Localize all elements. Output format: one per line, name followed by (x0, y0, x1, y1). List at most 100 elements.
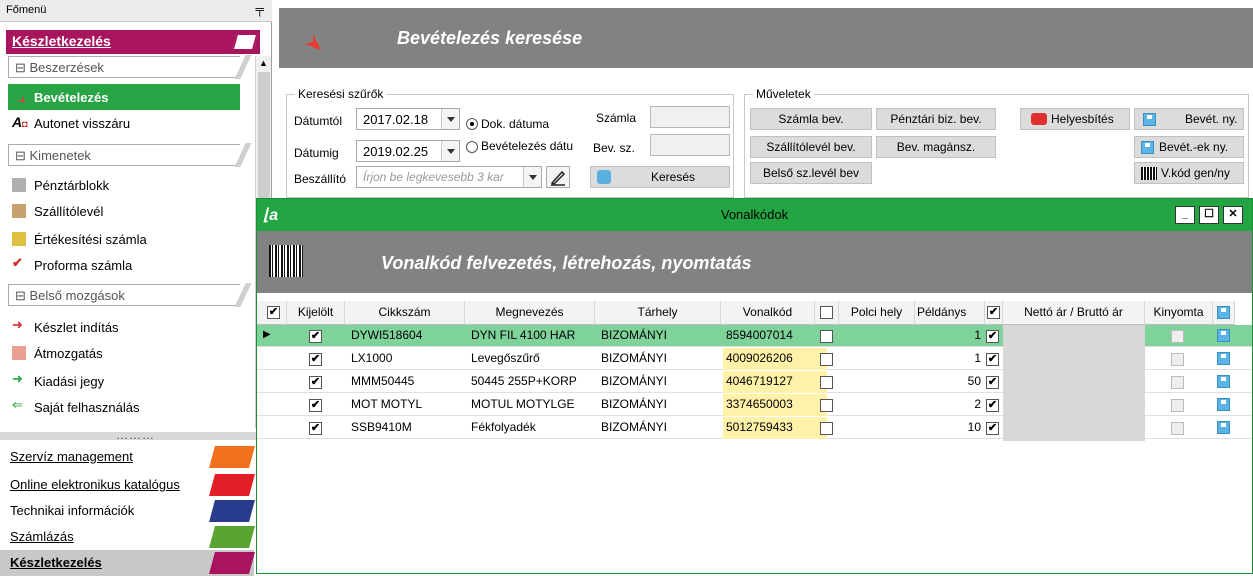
vkod-gen-button[interactable]: V.kód gen/ny (1134, 162, 1244, 184)
pin-icon[interactable]: ╤ (255, 2, 264, 16)
page-title: Bevételezés keresése (397, 28, 583, 48)
sidebar-item-penztarblokk[interactable]: Pénztárblokk (8, 172, 240, 198)
col-netto-brutto[interactable]: Nettó ár / Bruttó ár (1003, 301, 1145, 325)
cell-cikkszam: SSB9410M (351, 420, 412, 434)
group-kimenetek[interactable]: ⊟ Kimenetek (8, 143, 252, 167)
row-print-icon[interactable] (1217, 421, 1230, 434)
nav-technikai-informaciok[interactable]: Technikai információk (0, 498, 255, 524)
row-print-icon[interactable] (1217, 352, 1230, 365)
col-kinyomta[interactable]: Kinyomta (1145, 301, 1213, 325)
row-vonalkod-checkbox[interactable] (820, 399, 833, 412)
row-print-icon[interactable] (1217, 329, 1230, 342)
row-vonalkod-checkbox[interactable] (820, 330, 833, 343)
row-peldany-checkbox[interactable]: ✔ (986, 422, 999, 435)
cell-tarhely: BIZOMÁNYI (601, 397, 668, 411)
cell-tarhely: BIZOMÁNYI (601, 351, 668, 365)
sidebar-item-kiadasi-jegy[interactable]: ➜ Kiadási jegy (8, 368, 240, 394)
col-polci-hely[interactable]: Polci hely (839, 301, 915, 325)
bevet-ny-button[interactable]: Bevét. ny. (1134, 108, 1244, 130)
nav-szamlazas[interactable]: Számlázás (0, 524, 255, 550)
col-megnevezes[interactable]: Megnevezés (465, 301, 595, 325)
vonalkod-header-checkbox[interactable] (820, 306, 833, 319)
bevetek-ny-button[interactable]: Bevét.-ek ny. (1134, 136, 1244, 158)
peldanys-header-checkbox[interactable]: ✔ (987, 306, 1000, 319)
szallitolevel-bev-button[interactable]: Szállítólevél bev. (750, 136, 872, 158)
datumig-picker[interactable]: 2019.02.25 (356, 140, 460, 162)
sidebar-item-sajat-felhasznalas[interactable]: ⇐ Saját felhasználás (8, 394, 240, 420)
sidebar-item-ertekesitesi-szamla[interactable]: Értékesítési számla (8, 226, 240, 252)
szamla-bev-button[interactable]: Számla bev. (750, 108, 872, 130)
select-all-checkbox[interactable]: ✔ (267, 306, 280, 319)
minimize-button[interactable]: _ (1175, 206, 1195, 224)
header-select-all[interactable]: ✔ (257, 301, 287, 325)
sidebar-item-keszlet-inditas[interactable]: ➜ Készlet indítás (8, 314, 240, 340)
close-button[interactable]: ✕ (1223, 206, 1243, 224)
szamla-input[interactable] (650, 106, 730, 128)
nav-online-katalogus[interactable]: Online elektronikus katalógus (0, 472, 255, 498)
row-print-icon[interactable] (1217, 398, 1230, 411)
row-select-checkbox[interactable]: ✔ (309, 376, 322, 389)
cell-peldany[interactable]: 1 (917, 325, 981, 347)
row-select-checkbox[interactable]: ✔ (309, 330, 322, 343)
row-vonalkod-checkbox[interactable] (820, 422, 833, 435)
radio-dok-datuma[interactable] (466, 118, 478, 130)
col-print-icon (1213, 301, 1235, 325)
chevron-down-icon[interactable] (441, 141, 459, 161)
col-tarhely[interactable]: Tárhely (595, 301, 721, 325)
bevsz-input[interactable] (650, 134, 730, 156)
col-vonalkod-check[interactable] (815, 301, 839, 325)
cell-peldany[interactable]: 1 (917, 348, 981, 370)
row-select-checkbox[interactable]: ✔ (309, 399, 322, 412)
col-peldanys-check[interactable]: ✔ (985, 301, 1003, 325)
cell-vonalkod[interactable]: 3374650003 (723, 394, 827, 416)
scroll-up-icon[interactable]: ▲ (259, 58, 268, 68)
row-print-icon[interactable] (1217, 375, 1230, 388)
sidebar-item-label: Szállítólevél (34, 204, 104, 219)
col-kijelolt[interactable]: Kijelölt (287, 301, 345, 325)
cell-vonalkod[interactable]: 4009026206 (723, 348, 827, 370)
row-vonalkod-checkbox[interactable] (820, 376, 833, 389)
bev-magansz-button[interactable]: Bev. magánsz. (876, 136, 996, 158)
helyesbites-button[interactable]: Helyesbítés (1020, 108, 1130, 130)
beszallito-combo[interactable]: Írjon be legkevesebb 3 kar (356, 166, 542, 188)
datumtol-picker[interactable]: 2017.02.18 (356, 108, 460, 130)
row-peldany-checkbox[interactable]: ✔ (986, 330, 999, 343)
row-select-checkbox[interactable]: ✔ (309, 353, 322, 366)
sidebar-item-autonet-visszaru[interactable]: A◘ Autonet visszáru (8, 110, 240, 136)
chevron-down-icon[interactable] (441, 109, 459, 129)
pencil-icon (550, 170, 566, 186)
col-cikkszam[interactable]: Cikkszám (345, 301, 465, 325)
nav-keszletkezeles[interactable]: Készletkezelés (0, 550, 255, 576)
cell-peldany[interactable]: 50 (917, 371, 981, 393)
barcode-dialog-titlebar[interactable]: ⌊a Vonalkódok _ ☐ ✕ (257, 199, 1252, 231)
sidebar-item-bevetelezes[interactable]: Bevételezés (8, 84, 240, 110)
row-peldany-checkbox[interactable]: ✔ (986, 399, 999, 412)
row-vonalkod-checkbox[interactable] (820, 353, 833, 366)
radio-bevetelezes-datum[interactable] (466, 141, 478, 153)
row-peldany-checkbox[interactable]: ✔ (986, 353, 999, 366)
col-vonalkod[interactable]: Vonalkód (721, 301, 815, 325)
nav-szerviz-management[interactable]: Szervíz management (0, 444, 255, 470)
sidebar-splitter[interactable]: ……… (0, 428, 270, 442)
sidebar-item-atmozgatas[interactable]: Átmozgatás (8, 340, 240, 366)
maximize-button[interactable]: ☐ (1199, 206, 1219, 224)
penztari-biz-bev-button[interactable]: Pénztári biz. bev. (876, 108, 996, 130)
cell-peldany[interactable]: 2 (917, 394, 981, 416)
search-button[interactable]: Keresés (590, 166, 730, 188)
sidebar-item-proforma-szamla[interactable]: ✔ Proforma számla (8, 252, 240, 278)
cell-vonalkod[interactable]: 4046719127 (723, 371, 827, 393)
row-select-checkbox[interactable]: ✔ (309, 422, 322, 435)
sidebar-item-szallitolevel[interactable]: Szállítólevél (8, 198, 240, 224)
edit-supplier-button[interactable] (546, 166, 570, 188)
module-header-keszletkezeles[interactable]: Készletkezelés (6, 30, 260, 54)
group-belso-mozgasok[interactable]: ⊟ Belső mozgások (8, 283, 252, 307)
col-peldanys[interactable]: Példánys (915, 301, 985, 325)
row-peldany-checkbox[interactable]: ✔ (986, 376, 999, 389)
belso-szlevel-bev-button[interactable]: Belső sz.levél bev (750, 162, 872, 184)
row-kinyomta-checkbox (1171, 399, 1184, 412)
chevron-down-icon[interactable] (523, 167, 541, 187)
cell-peldany[interactable]: 10 (917, 417, 981, 439)
cell-vonalkod[interactable]: 5012759433 (723, 417, 827, 439)
group-beszerzesek[interactable]: ⊟ Beszerzések (8, 55, 252, 79)
cell-vonalkod[interactable]: 8594007014 (723, 325, 827, 347)
